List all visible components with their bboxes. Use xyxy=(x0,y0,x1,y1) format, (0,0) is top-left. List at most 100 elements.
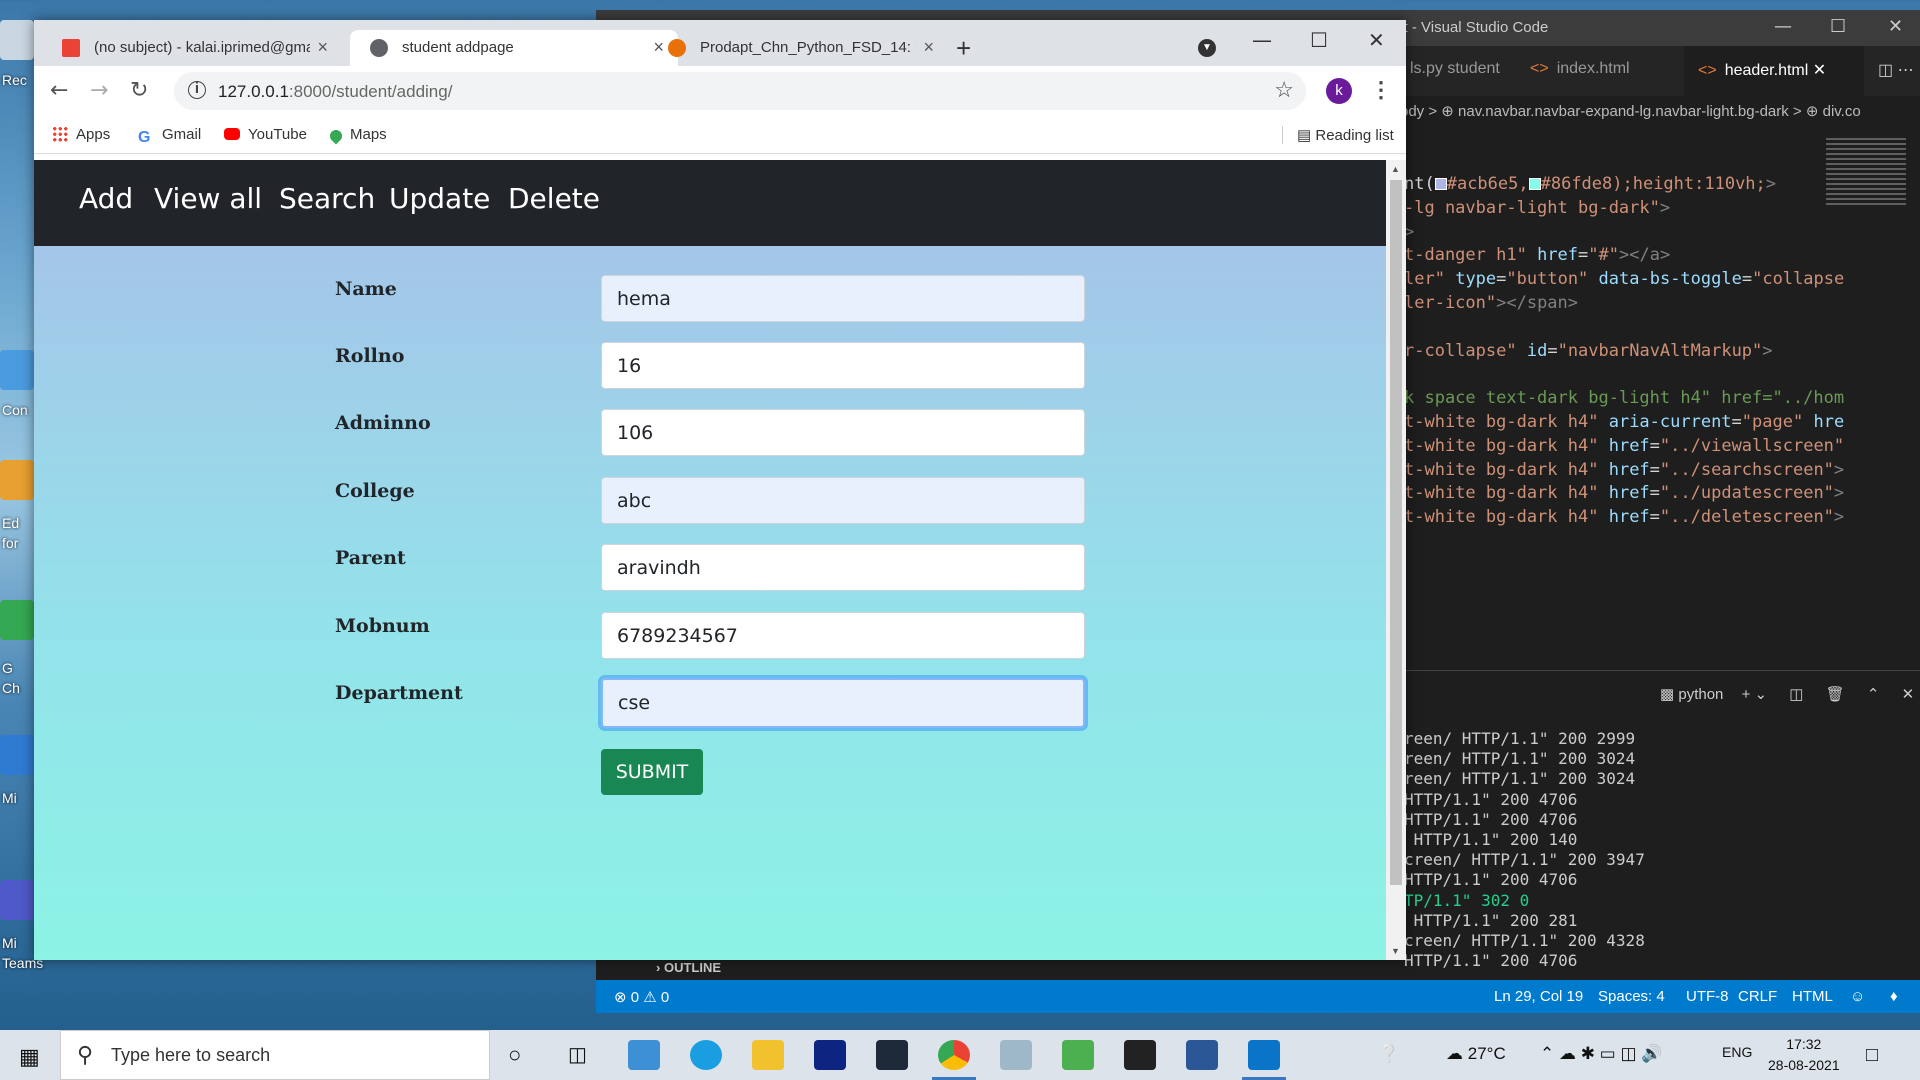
bell-icon[interactable]: ♦ xyxy=(1890,988,1898,1005)
powershell-icon[interactable] xyxy=(876,1040,908,1070)
back-icon[interactable]: ← xyxy=(50,78,68,103)
bookmark-gmail[interactable]: G Gmail xyxy=(138,126,201,146)
desktop-label: for xyxy=(2,535,19,551)
scroll-up-icon[interactable]: ▲ xyxy=(1391,164,1400,174)
nav-update-link[interactable]: Update xyxy=(389,182,490,215)
notification-icon[interactable]: □ xyxy=(1866,1044,1878,1067)
desktop-icon-chrome[interactable] xyxy=(0,600,34,640)
vscode-tab-views[interactable]: ls.py student xyxy=(1396,46,1500,96)
vscode-tab-index[interactable]: <> index.html xyxy=(1516,46,1684,96)
tab-student-addpage[interactable]: student addpage × xyxy=(350,30,678,66)
file-manager-icon[interactable] xyxy=(628,1040,660,1070)
code-editor[interactable]: nt(#acb6e5, #86fde8);height:110vh;> -lg n… xyxy=(1404,173,1920,530)
html-icon: <> xyxy=(1530,60,1549,77)
task-view-icon[interactable]: ◫ xyxy=(568,1042,587,1067)
vscode-tab-header[interactable]: <> header.html ✕ xyxy=(1684,46,1864,96)
tab-prodapt[interactable]: Prodapt_Chn_Python_FSD_14: Co × xyxy=(648,30,948,66)
trash-icon[interactable]: 🗑 xyxy=(1826,686,1845,703)
edge-icon[interactable] xyxy=(690,1040,722,1070)
split-editor-icon[interactable]: ◫ ⋯ xyxy=(1864,46,1920,96)
department-input[interactable] xyxy=(601,678,1085,728)
reading-list[interactable]: ▤ Reading list xyxy=(1282,126,1394,144)
profile-avatar[interactable]: k xyxy=(1326,78,1352,104)
desktop-icon-teams[interactable] xyxy=(0,880,34,920)
mobnum-input[interactable] xyxy=(601,612,1085,659)
desktop-icon-app[interactable] xyxy=(0,735,34,775)
desktop-icon-edge[interactable] xyxy=(0,460,34,500)
minimap[interactable] xyxy=(1826,138,1906,208)
maximize-icon[interactable]: ☐ xyxy=(1830,16,1846,37)
dropbox-icon[interactable] xyxy=(814,1040,846,1070)
url-text[interactable]: 127.0.0.1:8000/student/adding/ xyxy=(218,82,452,102)
feedback-icon[interactable]: ☺ xyxy=(1850,988,1865,1005)
language-indicator[interactable]: ENG xyxy=(1722,1044,1752,1060)
forward-icon[interactable]: → xyxy=(90,78,108,103)
new-tab-button[interactable]: + xyxy=(956,33,971,64)
close-icon[interactable]: ✕ xyxy=(1902,686,1915,703)
cursor-position[interactable]: Ln 29, Col 19 xyxy=(1494,988,1583,1005)
bookmark-youtube[interactable]: YouTube xyxy=(224,126,307,143)
submit-button[interactable]: SUBMIT xyxy=(601,749,703,795)
menu-icon[interactable]: ⋮ xyxy=(1370,77,1392,103)
page-viewport: Add View all Search Update Delete Name R… xyxy=(34,160,1386,960)
word-icon[interactable] xyxy=(1186,1040,1218,1070)
close-icon[interactable]: ✕ xyxy=(1888,16,1903,37)
name-input[interactable] xyxy=(601,275,1085,322)
nav-add-link[interactable]: Add xyxy=(79,182,133,215)
windows-start-icon[interactable]: ▦ xyxy=(19,1044,40,1070)
language-mode[interactable]: HTML xyxy=(1792,988,1833,1005)
sourcetree-icon[interactable] xyxy=(1062,1040,1094,1070)
terminal-output[interactable]: reen/ HTTP/1.1" 200 2999 reen/ HTTP/1.1"… xyxy=(1404,729,1645,971)
page-scrollbar[interactable]: ▲ ▼ xyxy=(1386,160,1406,960)
desktop-icon-control-panel[interactable] xyxy=(0,350,34,390)
reload-icon[interactable]: ↻ xyxy=(130,78,148,103)
minimize-icon[interactable]: — xyxy=(1774,16,1792,37)
college-input[interactable] xyxy=(601,477,1085,524)
weather-widget[interactable]: ☁ 27°C xyxy=(1446,1044,1506,1064)
breadcrumb[interactable]: ody > ⊕ nav.navbar.navbar-expand-lg.navb… xyxy=(1400,96,1861,124)
problems-indicator[interactable]: ⊗ 0 ⚠ 0 xyxy=(614,988,669,1006)
taskbar-search[interactable]: ⚲ Type here to search xyxy=(60,1030,490,1080)
tab-gmail[interactable]: (no subject) - kalai.iprimed@gma × xyxy=(42,30,342,66)
notepad-icon[interactable] xyxy=(1000,1040,1032,1070)
desktop-label: Mi xyxy=(2,790,17,806)
outline-section[interactable]: › OUTLINE xyxy=(656,960,721,975)
site-info-icon[interactable]: i xyxy=(188,81,206,99)
maximize-icon[interactable]: ☐ xyxy=(1310,28,1328,52)
cortana-icon[interactable]: ○ xyxy=(508,1042,521,1068)
clock[interactable]: 17:32 28-08-2021 xyxy=(1768,1034,1840,1076)
line-ending[interactable]: CRLF xyxy=(1738,988,1777,1005)
address-bar[interactable]: i 127.0.0.1:8000/student/adding/ ☆ xyxy=(174,72,1306,110)
rollno-input[interactable] xyxy=(601,342,1085,389)
nav-view-all-link[interactable]: View all xyxy=(154,182,262,215)
close-tab-icon[interactable]: × xyxy=(317,37,328,58)
tray-icons[interactable]: ⌃ ☁ ✱ ▭ ◫ 🔊 xyxy=(1540,1044,1662,1064)
close-icon[interactable]: ✕ xyxy=(1813,62,1826,79)
add-terminal-icon[interactable]: + ⌄ xyxy=(1742,686,1768,703)
scroll-thumb[interactable] xyxy=(1390,180,1402,885)
split-terminal-icon[interactable]: ◫ xyxy=(1789,686,1803,703)
scroll-down-icon[interactable]: ▼ xyxy=(1391,946,1400,956)
chrome-icon[interactable] xyxy=(938,1040,970,1070)
bookmarks-bar: Apps G Gmail YouTube Maps ▤ Reading list xyxy=(34,116,1406,154)
close-icon[interactable]: ✕ xyxy=(1368,28,1385,52)
close-tab-icon[interactable]: × xyxy=(923,37,934,58)
indentation[interactable]: Spaces: 4 xyxy=(1598,988,1665,1005)
desktop-icon-recycle-bin[interactable] xyxy=(0,20,34,60)
file-explorer-icon[interactable] xyxy=(752,1040,784,1070)
parent-input[interactable] xyxy=(601,544,1085,591)
nav-search-link[interactable]: Search xyxy=(279,182,375,215)
minimize-icon[interactable]: — xyxy=(1252,28,1272,52)
bookmark-apps[interactable]: Apps xyxy=(52,126,110,143)
bookmark-maps[interactable]: Maps xyxy=(327,126,387,145)
terminal-icon[interactable] xyxy=(1124,1040,1156,1070)
adminno-input[interactable] xyxy=(601,409,1085,456)
vscode-icon[interactable] xyxy=(1248,1040,1280,1070)
bookmark-star-icon[interactable]: ☆ xyxy=(1274,77,1294,103)
encoding[interactable]: UTF-8 xyxy=(1686,988,1729,1005)
adminno-label: Adminno xyxy=(335,412,431,434)
tab-search-icon[interactable]: ▼ xyxy=(1198,39,1216,57)
help-icon[interactable]: ❔ xyxy=(1378,1044,1399,1064)
chevron-up-icon[interactable]: ⌃ xyxy=(1867,686,1880,703)
nav-delete-link[interactable]: Delete xyxy=(508,182,600,215)
